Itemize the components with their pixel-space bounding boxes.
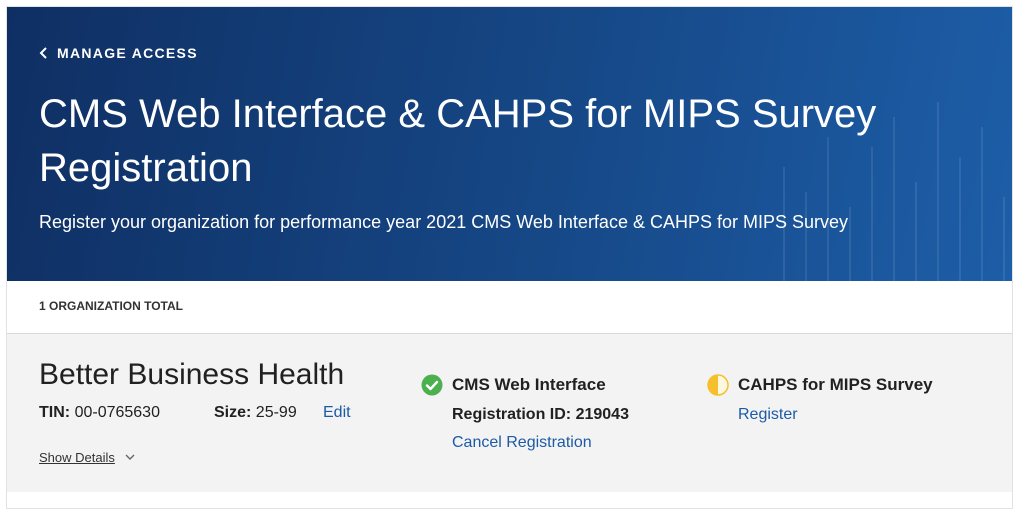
- back-link-label: MANAGE ACCESS: [57, 45, 198, 61]
- page-frame: MANAGE ACCESS CMS Web Interface & CAHPS …: [6, 6, 1013, 509]
- tin-label: TIN:: [39, 404, 71, 421]
- tin-value: 00-0765630: [74, 404, 160, 421]
- chevron-down-icon: [125, 454, 135, 460]
- registration-id: Registration ID: 219043: [452, 406, 629, 424]
- cahps-status: CAHPS for MIPS Survey Register: [707, 374, 933, 424]
- edit-link[interactable]: Edit: [323, 404, 351, 422]
- size-value: 25-99: [255, 404, 297, 421]
- show-details-toggle[interactable]: Show Details: [39, 450, 135, 465]
- summary-bar: 1 ORGANIZATION TOTAL: [7, 281, 1012, 334]
- organization-count: 1 ORGANIZATION TOTAL: [39, 299, 183, 313]
- cancel-registration-link[interactable]: Cancel Registration: [452, 434, 629, 452]
- web-interface-status: CMS Web Interface Registration ID: 21904…: [421, 374, 629, 452]
- registration-id-label: Registration ID:: [452, 406, 572, 423]
- register-link[interactable]: Register: [738, 406, 933, 424]
- cahps-title: CAHPS for MIPS Survey: [738, 375, 933, 394]
- page-title: CMS Web Interface & CAHPS for MIPS Surve…: [39, 92, 877, 190]
- page-subtitle: Register your organization for performan…: [39, 212, 849, 232]
- organization-name: Better Business Health: [39, 358, 345, 391]
- web-interface-title: CMS Web Interface: [452, 375, 606, 394]
- check-circle-icon: [421, 374, 443, 396]
- tin-info: TIN: 00-0765630: [39, 404, 160, 422]
- back-link[interactable]: MANAGE ACCESS: [39, 45, 198, 61]
- page-header: MANAGE ACCESS CMS Web Interface & CAHPS …: [7, 7, 1012, 281]
- registration-id-value: 219043: [575, 406, 629, 423]
- show-details-label: Show Details: [39, 450, 115, 465]
- organization-card: Better Business Health TIN: 00-0765630 S…: [7, 334, 1012, 492]
- size-label: Size:: [214, 404, 252, 421]
- chevron-left-icon: [39, 47, 47, 59]
- size-info: Size: 25-99: [214, 404, 297, 422]
- half-circle-icon: [707, 374, 729, 396]
